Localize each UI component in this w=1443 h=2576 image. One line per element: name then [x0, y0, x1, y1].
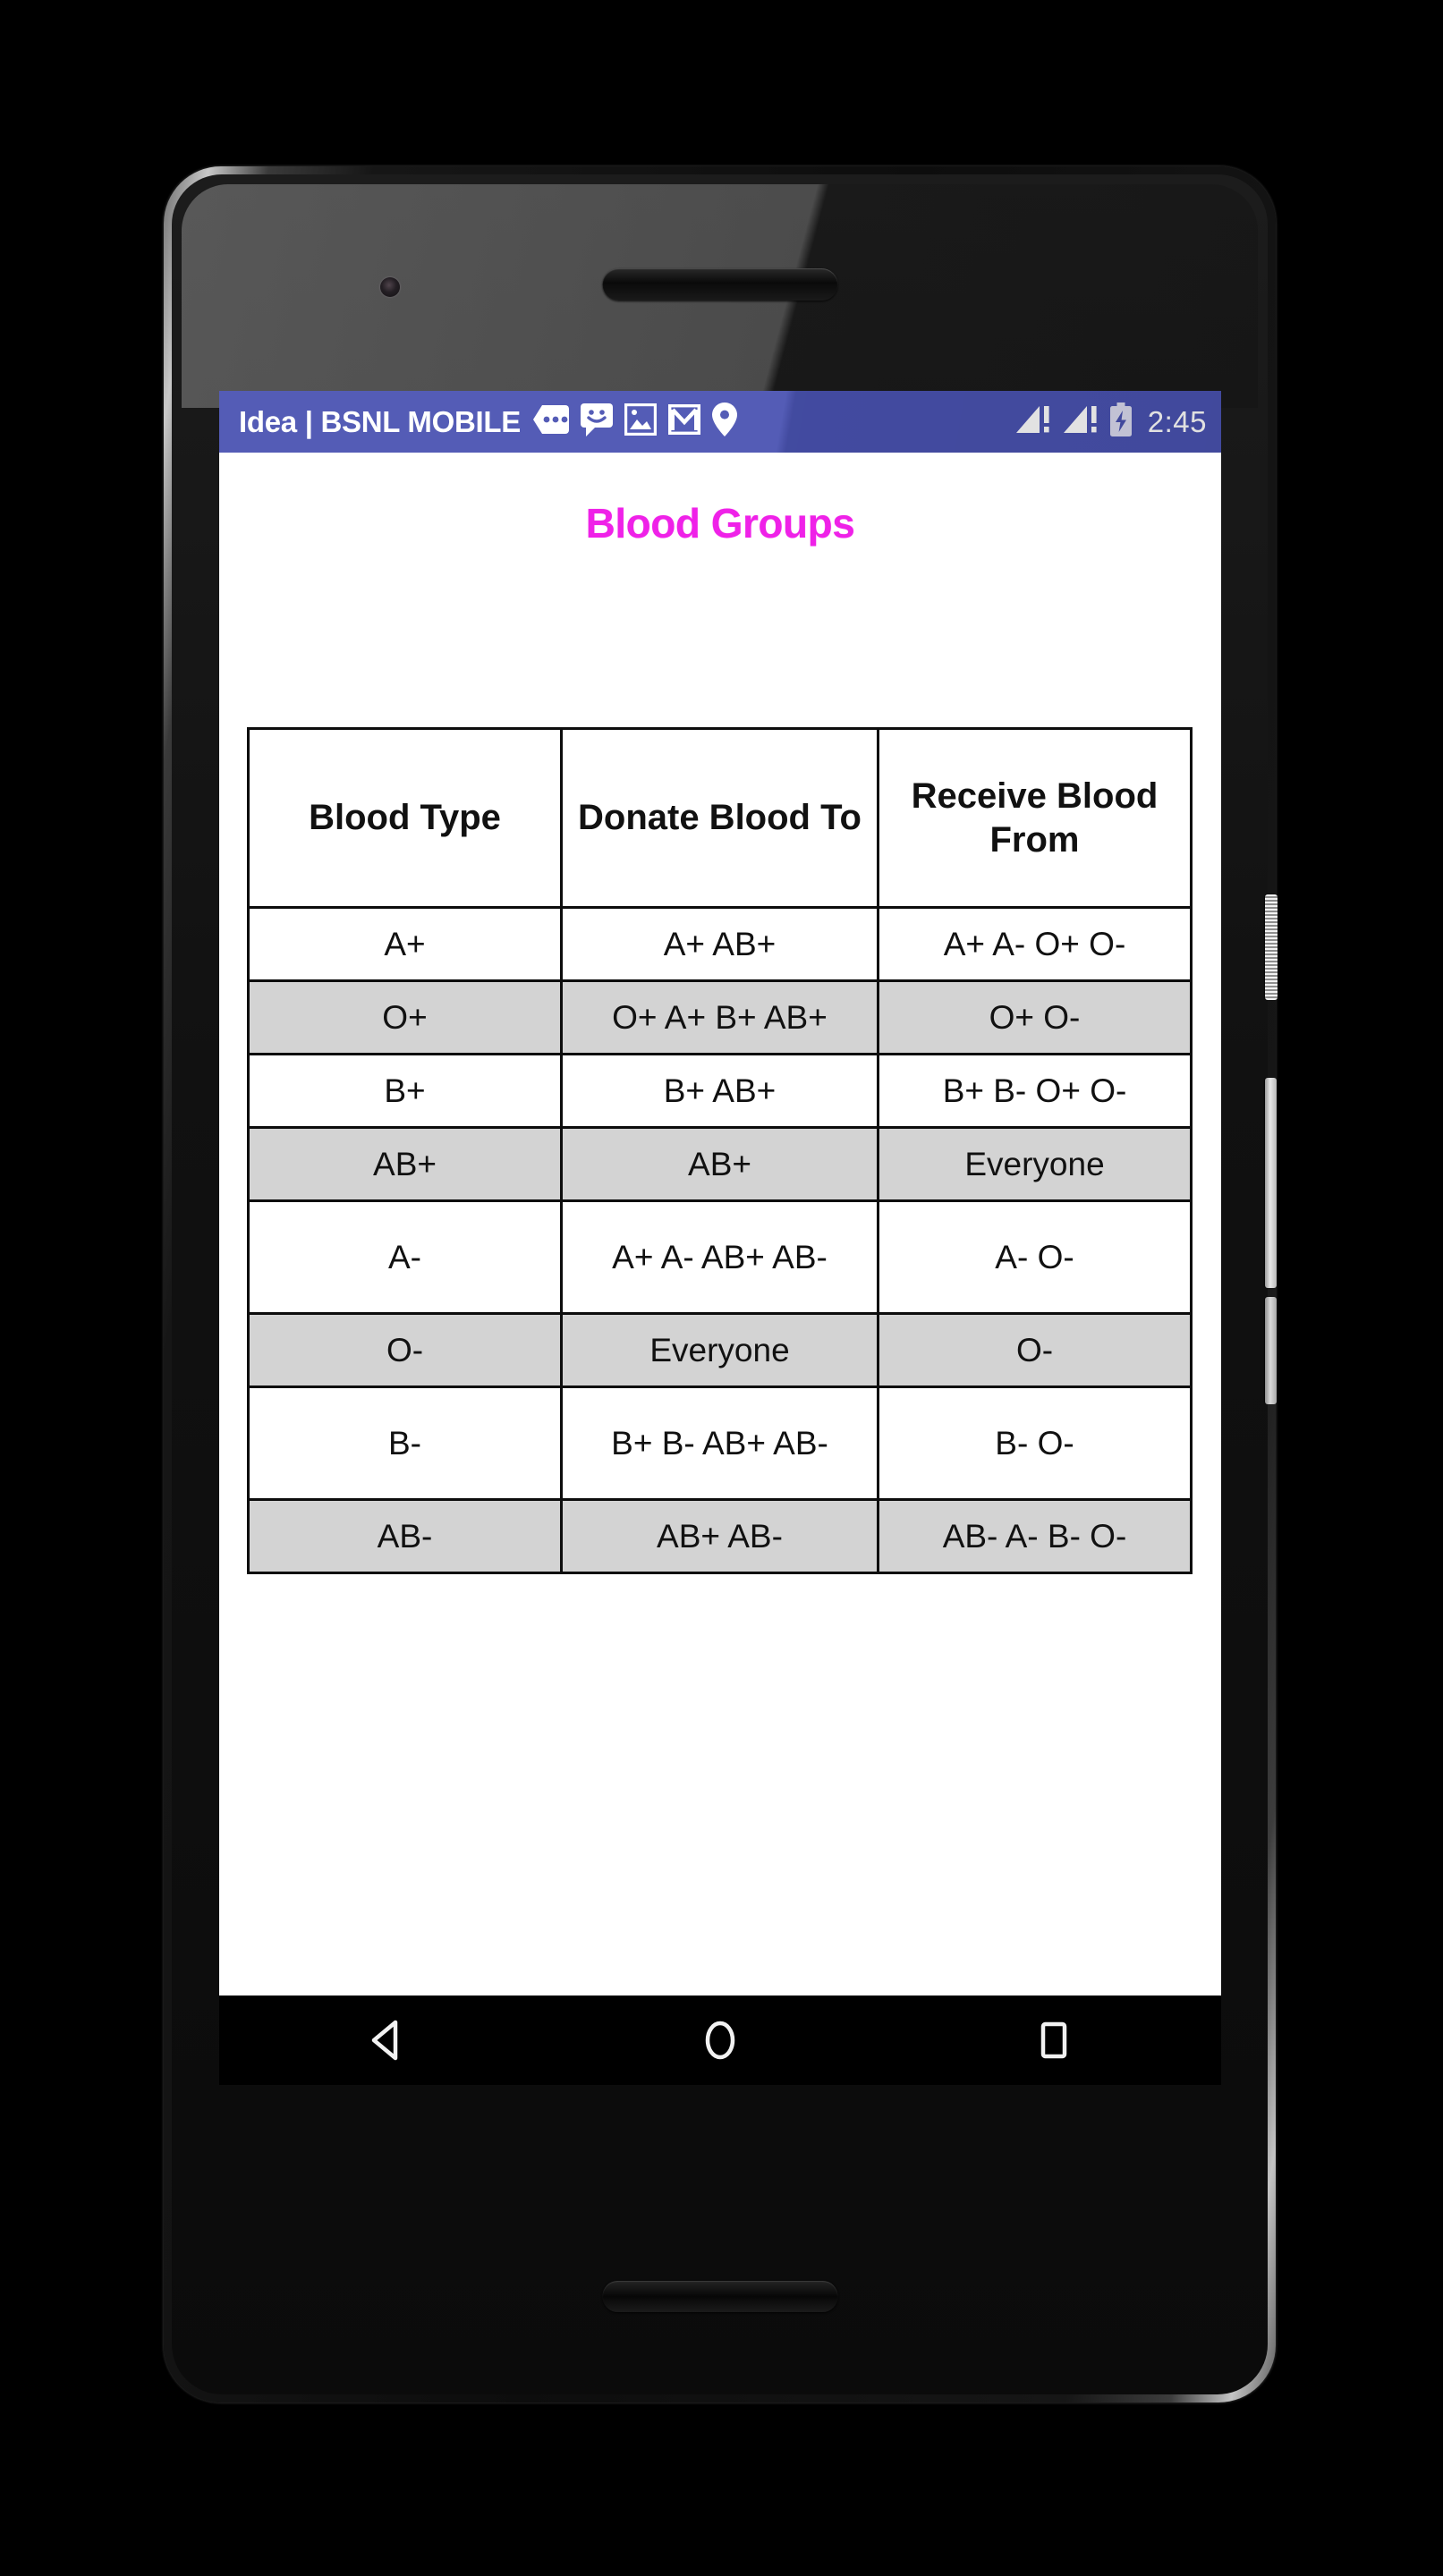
- clock-label: 2:45: [1147, 404, 1207, 438]
- cell-blood-type: O+: [247, 979, 563, 1055]
- status-system-icons: 2:45: [1014, 402, 1207, 441]
- status-bar: Idea | BSNL MOBILE 2:45: [219, 391, 1221, 453]
- cell-receive-from: B- O-: [877, 1385, 1193, 1501]
- messages-smiley-icon: [580, 402, 613, 441]
- earpiece-speaker: [602, 268, 837, 301]
- cell-blood-type: O-: [247, 1312, 563, 1388]
- bottom-speaker-grille: [602, 2281, 837, 2312]
- blood-groups-table: Blood Type Donate Blood To Receive Blood…: [247, 727, 1193, 1574]
- column-header-receive-blood-from: Receive Blood From: [877, 727, 1193, 909]
- home-button[interactable]: [666, 1996, 774, 2085]
- back-button[interactable]: [333, 1996, 440, 2085]
- cell-donate-to: Everyone: [560, 1312, 879, 1388]
- location-pin-icon: [711, 402, 737, 441]
- cell-receive-from: A+ A- O+ O-: [877, 906, 1193, 982]
- android-navigation-bar: [219, 1996, 1221, 2085]
- recents-button[interactable]: [1000, 1996, 1108, 2085]
- table-row: A+ A+ AB+ A+ A- O+ O-: [247, 906, 1193, 982]
- cell-receive-from: A- O-: [877, 1199, 1193, 1315]
- table-header-row: Blood Type Donate Blood To Receive Blood…: [247, 727, 1193, 909]
- table-body: A+ A+ AB+ A+ A- O+ O- O+ O+ A+ B+ AB+ O+ O- B+…: [247, 906, 1193, 1574]
- volume-up-button[interactable]: [1265, 1078, 1277, 1288]
- column-header-blood-type: Blood Type: [247, 727, 563, 909]
- status-notification-icons: [532, 402, 737, 441]
- signal-sim1-alert-icon: [1014, 404, 1052, 439]
- table-row: B- B+ B- AB+ AB- B- O-: [247, 1385, 1193, 1501]
- photos-image-icon: [624, 403, 657, 440]
- cell-donate-to: B+ AB+: [560, 1053, 879, 1129]
- table-row: B+ B+ AB+ B+ B- O+ O-: [247, 1053, 1193, 1129]
- cell-blood-type: A+: [247, 906, 563, 982]
- table-row: A- A+ A- AB+ AB- A- O-: [247, 1199, 1193, 1315]
- cell-receive-from: B+ B- O+ O-: [877, 1053, 1193, 1129]
- front-camera-icon: [380, 277, 400, 297]
- cell-donate-to: A+ AB+: [560, 906, 879, 982]
- cell-receive-from: AB- A- B- O-: [877, 1498, 1193, 1574]
- phone-screen: Idea | BSNL MOBILE 2:45 Blood Groups Blo…: [219, 391, 1221, 2085]
- cell-donate-to: B+ B- AB+ AB-: [560, 1385, 879, 1501]
- battery-charging-icon: [1109, 402, 1133, 441]
- cell-donate-to: AB+: [560, 1126, 879, 1202]
- app-content: Blood Groups Blood Type Donate Blood To …: [219, 453, 1221, 1996]
- table-row: AB- AB+ AB- AB- A- B- O-: [247, 1498, 1193, 1574]
- table-row: AB+ AB+ Everyone: [247, 1126, 1193, 1202]
- cell-blood-type: AB-: [247, 1498, 563, 1574]
- gmail-icon: [667, 404, 700, 439]
- carrier-label: Idea | BSNL MOBILE: [239, 404, 521, 438]
- cell-receive-from: O+ O-: [877, 979, 1193, 1055]
- volume-down-button[interactable]: [1265, 1297, 1277, 1404]
- cell-blood-type: AB+: [247, 1126, 563, 1202]
- table-row: O+ O+ A+ B+ AB+ O+ O-: [247, 979, 1193, 1055]
- cell-donate-to: O+ A+ B+ AB+: [560, 979, 879, 1055]
- page-title: Blood Groups: [585, 500, 855, 547]
- cell-donate-to: A+ A- AB+ AB-: [560, 1199, 879, 1315]
- table-row: O- Everyone O-: [247, 1312, 1193, 1388]
- cell-blood-type: A-: [247, 1199, 563, 1315]
- cell-blood-type: B-: [247, 1385, 563, 1501]
- cell-receive-from: O-: [877, 1312, 1193, 1388]
- cell-blood-type: B+: [247, 1053, 563, 1129]
- hangouts-icon: [532, 403, 569, 440]
- power-button[interactable]: [1265, 894, 1277, 1000]
- column-header-donate-blood-to: Donate Blood To: [560, 727, 879, 909]
- signal-sim2-alert-icon: [1062, 404, 1099, 439]
- cell-donate-to: AB+ AB-: [560, 1498, 879, 1574]
- cell-receive-from: Everyone: [877, 1126, 1193, 1202]
